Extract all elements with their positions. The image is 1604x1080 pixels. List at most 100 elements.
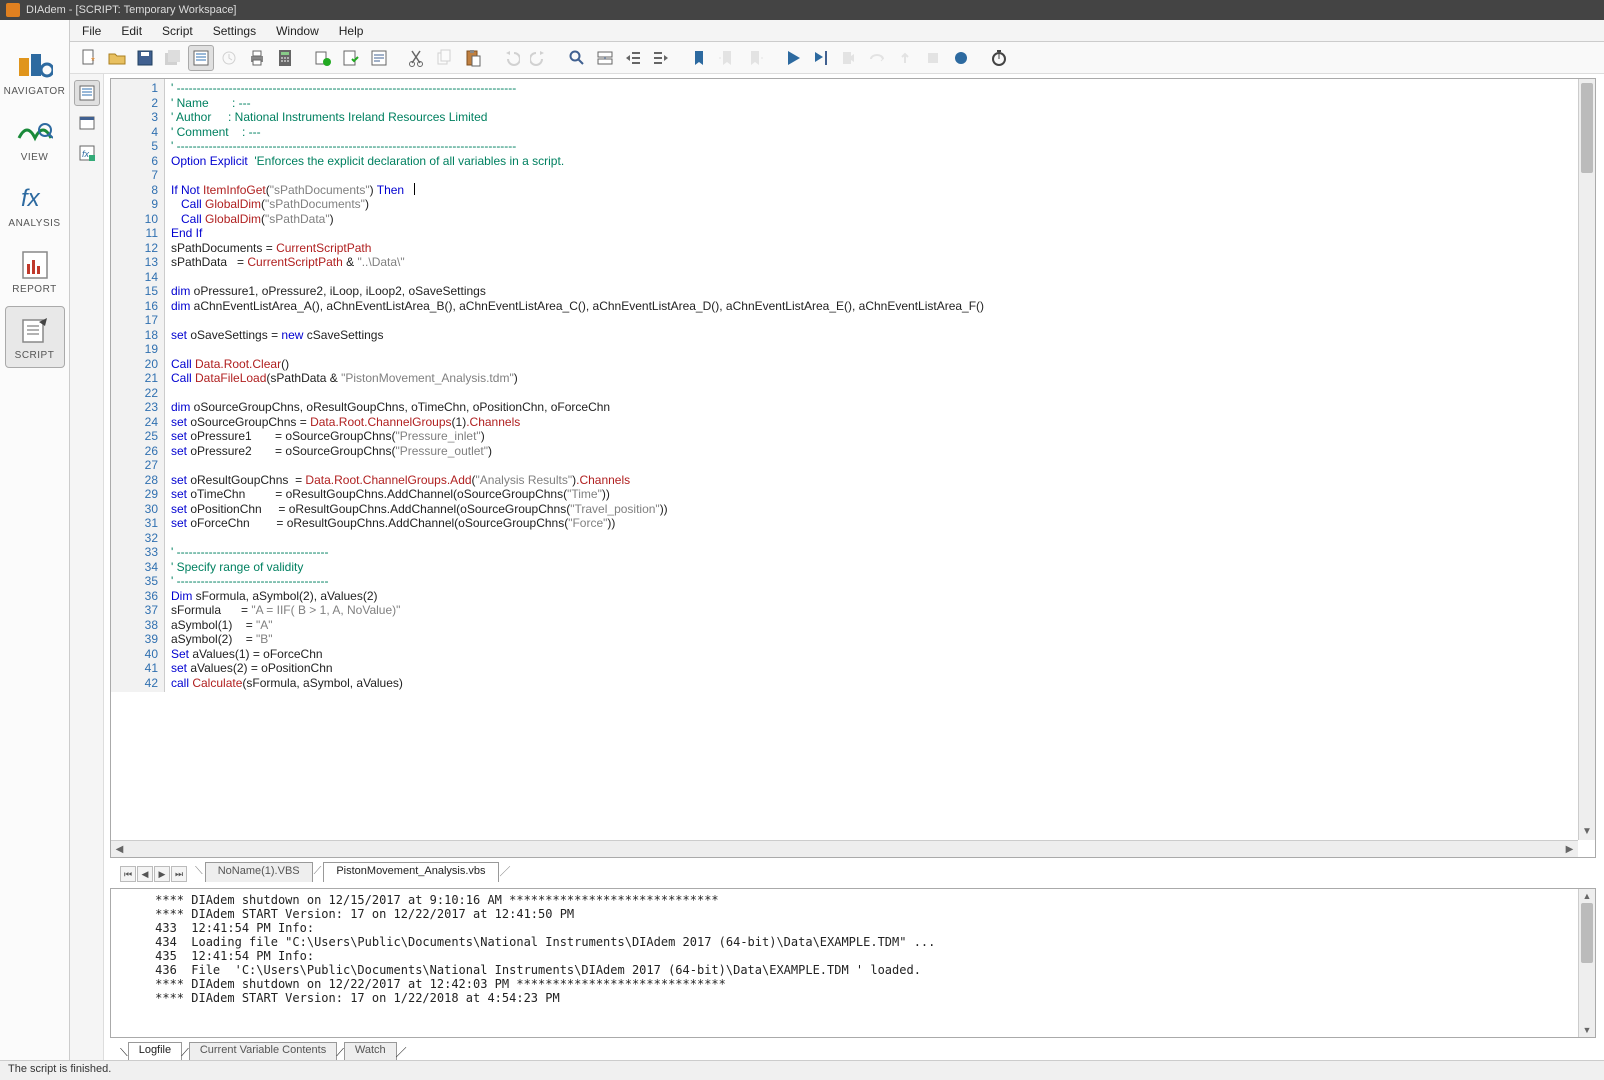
tab-divider: ／ [498,863,513,879]
log-scroll-thumb[interactable] [1581,903,1593,963]
scroll-right-arrow[interactable]: ▶ [1561,841,1578,857]
save-file-button[interactable] [132,45,158,71]
tab-prev-button[interactable]: ◀ [137,866,153,882]
vertical-scrollbar[interactable]: ▲ ▼ [1578,79,1595,840]
paste-button[interactable] [460,45,486,71]
tab-divider: ⟋ [336,1047,344,1060]
log-tab-logfile[interactable]: Logfile [128,1042,182,1060]
nav-navigator[interactable]: NAVIGATOR [5,42,65,104]
outdent-button[interactable] [620,45,646,71]
svg-text:*: * [91,56,95,67]
log-scroll-down[interactable]: ▼ [1579,1023,1595,1037]
stop-button[interactable] [920,45,946,71]
prev-bookmark-button[interactable] [714,45,740,71]
log-text[interactable]: **** DIAdem shutdown on 12/15/2017 at 9:… [111,889,1595,1009]
line-gutter: 1234567891011121314151617181920212223242… [111,79,165,692]
menu-edit[interactable]: Edit [111,22,152,40]
tab-divider: ⟋ [312,865,324,878]
print-button[interactable] [244,45,270,71]
nav-analysis[interactable]: fx ANALYSIS [5,174,65,236]
tab-divider: ⟋ [181,1047,189,1060]
copy-button[interactable] [432,45,458,71]
log-tab-vars[interactable]: Current Variable Contents [189,1042,337,1060]
file-tab-label: PistonMovement_Analysis.vbs [336,865,485,877]
log-pane: **** DIAdem shutdown on 12/15/2017 at 9:… [110,888,1596,1038]
left-nav: NAVIGATOR VIEW fx ANALYSIS REPORT SCRIPT [0,20,70,1060]
find-button[interactable] [564,45,590,71]
profiler-button[interactable] [986,45,1012,71]
scroll-left-arrow[interactable]: ◀ [111,841,128,857]
log-tab-label: Logfile [139,1044,171,1056]
redo-button[interactable] [526,45,552,71]
save-all-button[interactable] [160,45,186,71]
menu-window[interactable]: Window [266,22,329,40]
tab-next-button[interactable]: ▶ [154,866,170,882]
nav-label: REPORT [12,284,57,295]
code-text[interactable]: ' --------------------------------------… [165,79,990,692]
replace-button[interactable] [592,45,618,71]
window-title: DIAdem - [SCRIPT: Temporary Workspace] [26,4,237,16]
scroll-thumb[interactable] [1581,83,1593,173]
log-tab-watch[interactable]: Watch [344,1042,397,1060]
nav-label: SCRIPT [15,350,55,361]
side-code-view[interactable] [74,80,100,106]
svg-text:fx: fx [21,185,41,212]
menu-bar: File Edit Script Settings Window Help [0,20,1604,42]
app-icon [6,3,20,17]
menu-help[interactable]: Help [329,22,374,40]
indent-button[interactable] [648,45,674,71]
scroll-down-arrow[interactable]: ▼ [1579,823,1595,840]
status-bar: The script is finished. [0,1060,1604,1080]
run-button[interactable] [780,45,806,71]
horizontal-scrollbar[interactable]: ◀ ▶ [111,840,1578,857]
tab-last-button[interactable]: ⏭ [171,866,187,882]
editor-area: 1234567891011121314151617181920212223242… [104,74,1604,1060]
side-dialog-view[interactable] [74,110,100,136]
comment-button[interactable] [366,45,392,71]
code-scroll[interactable]: 1234567891011121314151617181920212223242… [111,79,1595,857]
step-out-button[interactable] [892,45,918,71]
calculator-button[interactable] [272,45,298,71]
status-text: The script is finished. [8,1063,111,1075]
view-icon [17,116,53,150]
file-tab-piston[interactable]: PistonMovement_Analysis.vbs [323,862,498,882]
side-function-view[interactable]: fx [74,140,100,166]
log-tab-label: Watch [355,1044,386,1056]
new-file-button[interactable]: * [76,45,102,71]
log-scroll-up[interactable]: ▲ [1579,889,1595,903]
file-tabstrip: ⏮ ◀ ▶ ⏭ ⟍ NoName(1).VBS ⟋ PistonMovement… [112,860,1596,882]
report-icon [17,248,53,282]
menu-file[interactable]: File [72,22,111,40]
svg-text:fx: fx [82,149,90,159]
nav-script[interactable]: SCRIPT [5,306,65,368]
nav-view[interactable]: VIEW [5,108,65,170]
nav-label: VIEW [21,152,49,163]
analysis-icon: fx [17,182,53,216]
step-over-button[interactable] [864,45,890,71]
cut-button[interactable] [404,45,430,71]
run-to-cursor-button[interactable] [808,45,834,71]
file-tab-noname[interactable]: NoName(1).VBS [205,862,313,882]
script-icon [17,314,53,348]
view-code-button[interactable] [188,45,214,71]
nav-label: ANALYSIS [8,218,60,229]
log-scrollbar[interactable]: ▲ ▼ [1578,889,1595,1037]
nav-label: NAVIGATOR [4,86,66,97]
step-into-button[interactable] [836,45,862,71]
history-button[interactable] [216,45,242,71]
undo-button[interactable] [498,45,524,71]
tab-first-button[interactable]: ⏮ [120,866,136,882]
syntax-check-button[interactable] [338,45,364,71]
tab-divider: ⟍ [120,1047,128,1060]
next-bookmark-button[interactable] [742,45,768,71]
breakpoint-button[interactable] [948,45,974,71]
toolbar: * [70,42,1604,74]
menu-settings[interactable]: Settings [203,22,266,40]
menu-script[interactable]: Script [152,22,203,40]
tab-divider: ／ [396,1044,407,1060]
record-macro-button[interactable] [310,45,336,71]
open-file-button[interactable] [104,45,130,71]
bookmark-button[interactable] [686,45,712,71]
nav-report[interactable]: REPORT [5,240,65,302]
log-tab-label: Current Variable Contents [200,1044,326,1056]
